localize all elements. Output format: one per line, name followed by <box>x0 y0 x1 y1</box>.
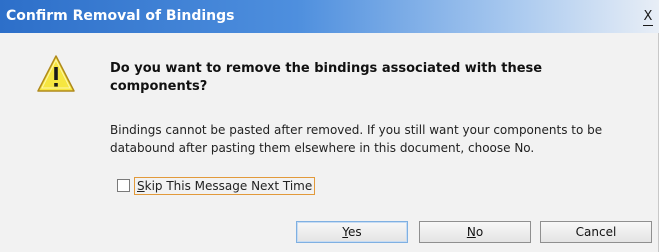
skip-message-label-text: kip This Message Next Time <box>144 179 313 193</box>
message-heading: Do you want to remove the bindings assoc… <box>110 61 543 94</box>
cancel-button[interactable]: Cancel <box>540 221 652 243</box>
confirm-dialog: Confirm Removal of Bindings X Do you wan… <box>0 0 659 252</box>
yes-label: es <box>348 225 362 239</box>
yes-button[interactable]: Yes <box>296 221 408 243</box>
no-button[interactable]: No <box>419 221 531 243</box>
message-body: Bindings cannot be pasted after removed.… <box>110 123 603 155</box>
cancel-label: Cancel <box>575 225 617 239</box>
skip-message-label[interactable]: Skip This Message Next Time <box>134 177 316 195</box>
no-mnemonic: N <box>466 225 476 239</box>
close-icon-underline <box>643 25 653 26</box>
warning-icon <box>37 55 75 92</box>
close-button[interactable]: X <box>641 9 655 26</box>
close-icon: X <box>643 9 653 24</box>
skip-message-mnemonic: S <box>137 179 145 193</box>
no-label: o <box>475 225 484 239</box>
title-bar[interactable]: Confirm Removal of Bindings X <box>0 0 659 33</box>
window-title: Confirm Removal of Bindings <box>6 8 235 24</box>
skip-message-checkbox[interactable] <box>117 179 130 192</box>
